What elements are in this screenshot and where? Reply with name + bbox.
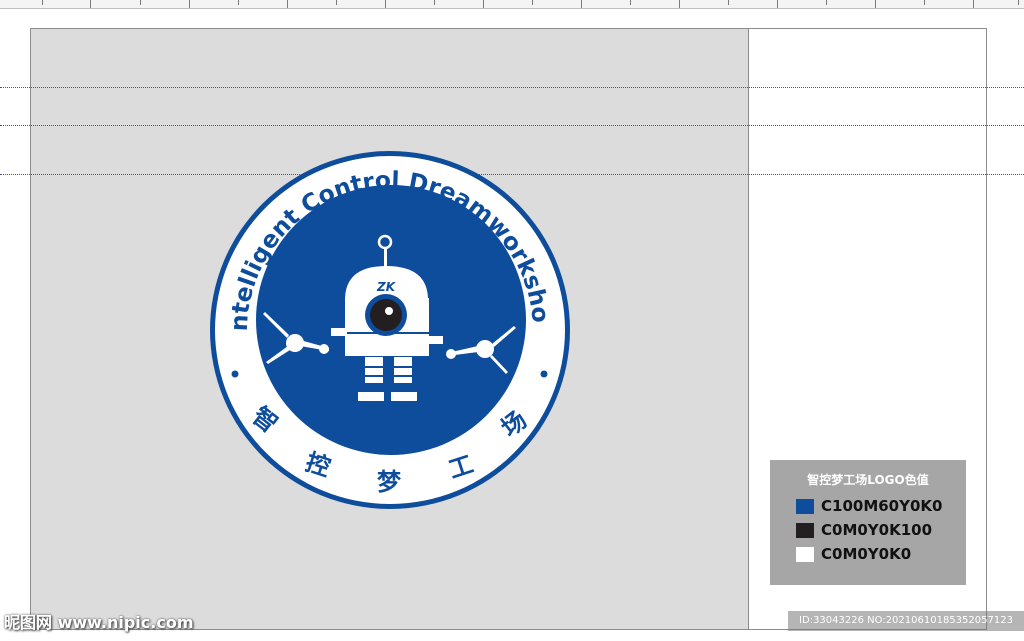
legend-swatch-black bbox=[796, 523, 814, 538]
legend-title: 智控梦工场LOGO色值 bbox=[807, 473, 929, 487]
legend-swatch-blue bbox=[796, 499, 814, 514]
color-legend-panel: 智控梦工场LOGO色值 C100M60Y0K0 C0M0Y0K100 C0M0Y… bbox=[770, 460, 966, 585]
logo-side-dot bbox=[540, 370, 548, 378]
watermark-id: ID:33043226 NO:20210610185352057123 bbox=[788, 611, 1024, 631]
guide-line[interactable] bbox=[0, 125, 1024, 126]
legend-label: C100M60Y0K0 bbox=[821, 497, 943, 515]
legend-label: C0M0Y0K100 bbox=[821, 521, 933, 539]
zk-logo[interactable]: Intelligent Control Dreamworkshop 智 控 梦 … bbox=[208, 149, 572, 511]
legend-swatch-white bbox=[796, 547, 814, 562]
logo-char: 梦 bbox=[377, 468, 402, 496]
watermark-site: 昵图网 www.nipic.com bbox=[4, 613, 194, 632]
top-ruler bbox=[0, 0, 1024, 9]
legend-label: C0M0Y0K0 bbox=[821, 545, 912, 563]
logo-side-dot bbox=[231, 370, 239, 378]
guide-line[interactable] bbox=[0, 87, 1024, 88]
robot-badge: ZK bbox=[376, 280, 397, 294]
